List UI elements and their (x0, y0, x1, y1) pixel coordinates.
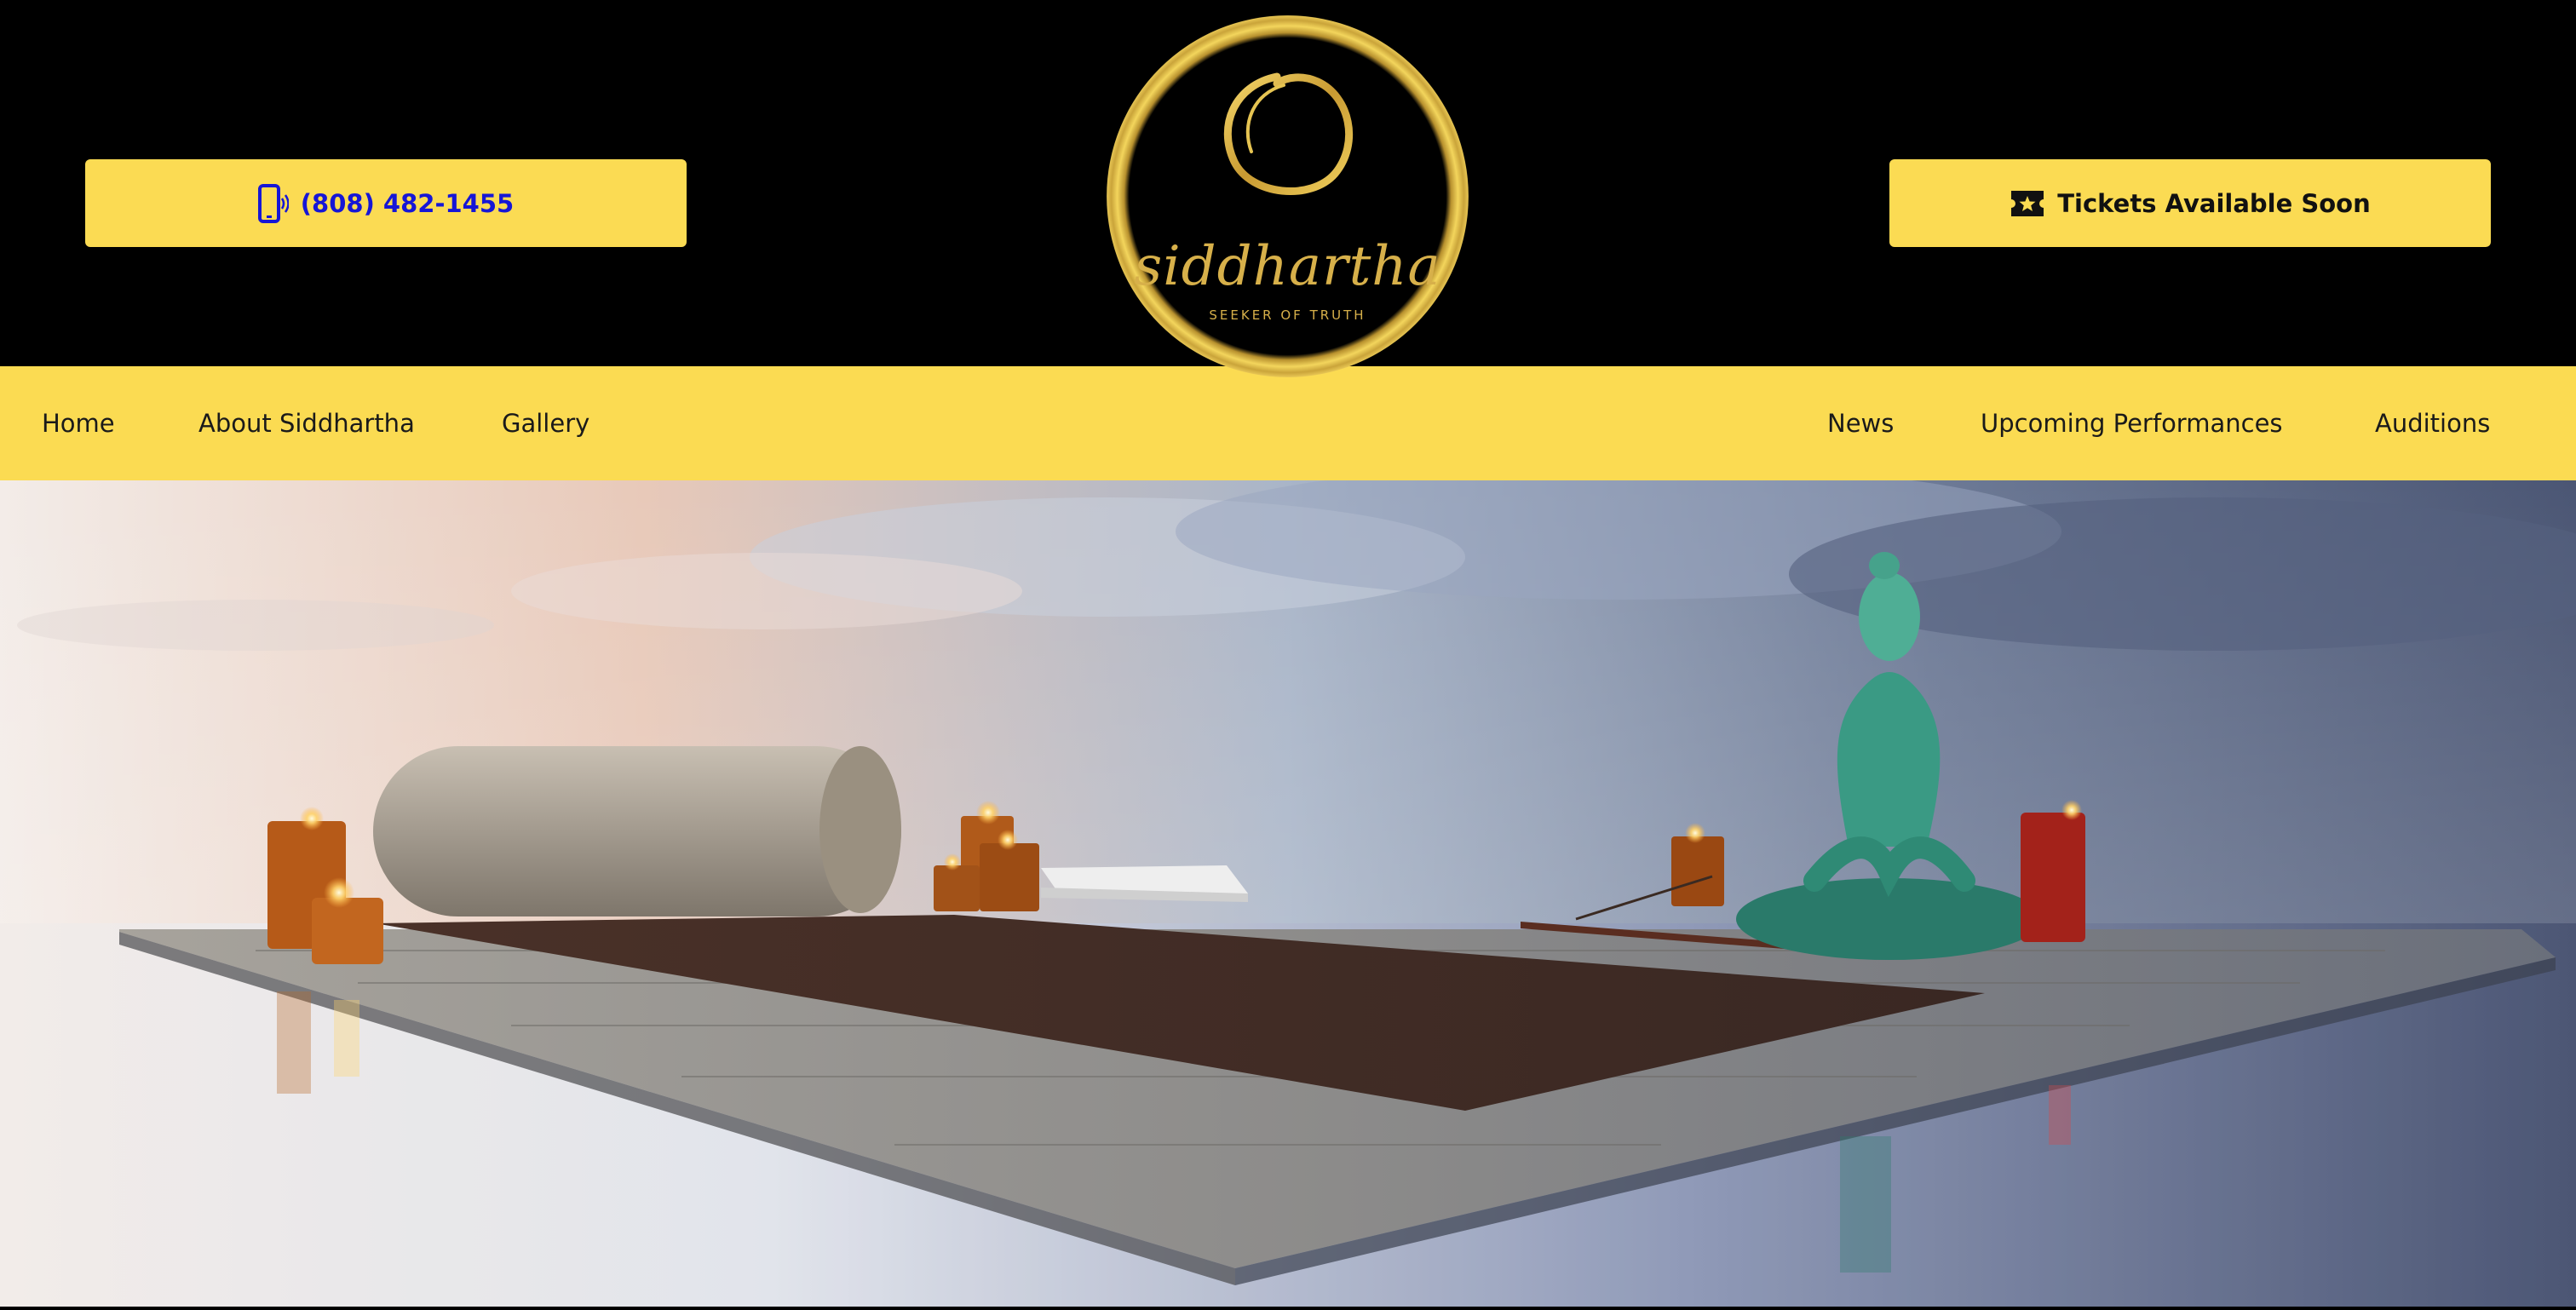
phone-number: (808) 482-1455 (300, 188, 515, 218)
nav-item-gallery[interactable]: Gallery (502, 366, 589, 480)
nav-item-news[interactable]: News (1827, 366, 1894, 480)
site-logo[interactable]: siddhartha SEEKER OF TRUTH (1107, 15, 1469, 377)
main-nav: Home About Siddhartha Gallery News Upcom… (0, 366, 2576, 480)
logo-title: siddhartha (1134, 235, 1441, 298)
mobile-phone-icon (257, 183, 289, 223)
logo-tagline: SEEKER OF TRUTH (1209, 307, 1366, 323)
tickets-label: Tickets Available Soon (2057, 188, 2371, 218)
nav-item-about-siddhartha[interactable]: About Siddhartha (198, 366, 415, 480)
nav-item-auditions[interactable]: Auditions (2375, 366, 2490, 480)
phone-button[interactable]: (808) 482-1455 (85, 159, 687, 247)
hero-image (0, 480, 2576, 1307)
tickets-button[interactable]: Tickets Available Soon (1889, 159, 2491, 247)
enso-circle-icon (1223, 72, 1354, 195)
ticket-icon (2010, 189, 2045, 218)
nav-item-upcoming-performances[interactable]: Upcoming Performances (1981, 366, 2283, 480)
nav-item-home[interactable]: Home (42, 366, 115, 480)
